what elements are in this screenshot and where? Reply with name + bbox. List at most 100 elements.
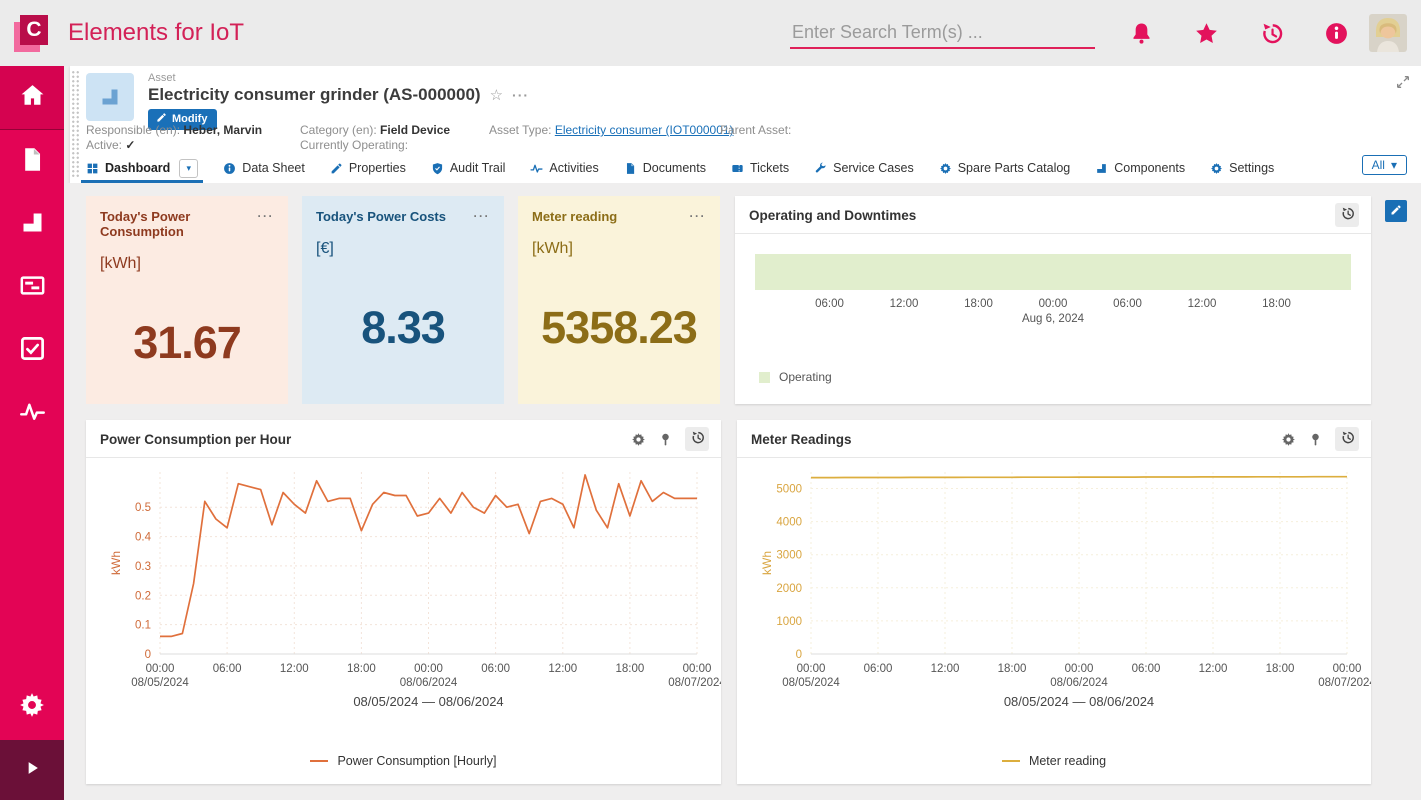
tab-label: Audit Trail bbox=[450, 161, 506, 175]
tab-filter-dropdown[interactable]: All▾ bbox=[1362, 155, 1407, 175]
kpi-title: Today's Power Consumption bbox=[100, 209, 258, 239]
kpi-unit: [€] bbox=[316, 240, 490, 258]
svg-text:00:00: 00:00 bbox=[414, 663, 443, 675]
app-logo-icon[interactable]: C bbox=[14, 14, 52, 52]
expand-corner-icon[interactable] bbox=[1395, 74, 1411, 90]
svg-text:kWh: kWh bbox=[760, 551, 774, 575]
tab-service-cases[interactable]: Service Cases bbox=[814, 153, 914, 183]
svg-text:12:00: 12:00 bbox=[1199, 663, 1228, 675]
sidebar-expand-button[interactable] bbox=[0, 740, 64, 800]
app-title: Elements for IoT bbox=[68, 19, 244, 47]
tab-label: Service Cases bbox=[833, 161, 914, 175]
edit-dashboard-button[interactable] bbox=[1385, 200, 1407, 222]
tab-label: Dashboard bbox=[105, 161, 170, 175]
favorites-icon[interactable] bbox=[1194, 21, 1219, 46]
pin-icon[interactable] bbox=[1308, 432, 1323, 447]
title-more-menu[interactable]: ··· bbox=[512, 87, 529, 103]
info-icon[interactable] bbox=[1324, 21, 1349, 46]
line-chart[interactable]: 00.10.20.30.40.500:0008/05/202406:0012:0… bbox=[86, 458, 721, 734]
drag-handle[interactable] bbox=[71, 70, 80, 179]
operating-legend: Operating bbox=[759, 370, 832, 384]
history-icon bbox=[690, 430, 705, 448]
sidebar-nav bbox=[0, 66, 64, 800]
svg-text:0.2: 0.2 bbox=[135, 590, 151, 602]
power-consumption-chart-card: Power Consumption per Hour 00.10.20.30.4… bbox=[86, 420, 721, 784]
gear-icon[interactable] bbox=[631, 432, 646, 447]
field-value: Heber, Marvin bbox=[183, 123, 262, 137]
kpi-title: Today's Power Costs bbox=[316, 209, 446, 224]
axis-tick-label: 00:00 bbox=[1039, 298, 1068, 310]
field-label: Category (en): bbox=[300, 123, 377, 137]
tab-data-sheet[interactable]: Data Sheet bbox=[223, 153, 305, 183]
card-icon bbox=[19, 272, 46, 304]
axis-tick-label: 06:00 bbox=[1113, 298, 1142, 310]
asset-meta-field: Responsible (en): Heber, Marvin bbox=[86, 123, 262, 138]
spare-parts-icon bbox=[939, 162, 952, 175]
tab-documents[interactable]: Documents bbox=[624, 153, 706, 183]
axis-tick-label: 18:00 bbox=[1262, 298, 1291, 310]
sidebar-item-home[interactable] bbox=[0, 66, 64, 130]
legend-swatch bbox=[1002, 760, 1020, 762]
asset-meta-column: Responsible (en): Heber, MarvinActive: ✓ bbox=[86, 123, 262, 153]
pin-icon[interactable] bbox=[658, 432, 673, 447]
field-value: Field Device bbox=[380, 123, 450, 137]
svg-text:08/05/2024 — 08/06/2024: 08/05/2024 — 08/06/2024 bbox=[353, 694, 503, 709]
history-button[interactable] bbox=[1335, 427, 1359, 451]
history-button[interactable] bbox=[685, 427, 709, 451]
svg-text:0.4: 0.4 bbox=[135, 532, 152, 544]
meter-readings-chart-card: Meter Readings 01000200030004000500000:0… bbox=[737, 420, 1371, 784]
component-icon bbox=[19, 209, 46, 241]
axis-tick-sublabel: Aug 6, 2024 bbox=[1022, 313, 1084, 325]
tab-properties[interactable]: Properties bbox=[330, 153, 406, 183]
history-icon[interactable] bbox=[1259, 21, 1284, 46]
tab-activities[interactable]: Activities bbox=[530, 153, 598, 183]
svg-text:12:00: 12:00 bbox=[548, 663, 577, 675]
field-label: Currently Operating: bbox=[300, 138, 408, 152]
search-input[interactable] bbox=[790, 18, 1095, 49]
tab-spare-parts-catalog[interactable]: Spare Parts Catalog bbox=[939, 153, 1071, 183]
axis-tick-label: 18:00 bbox=[964, 298, 993, 310]
svg-text:08/06/2024: 08/06/2024 bbox=[400, 677, 458, 689]
gear-icon bbox=[18, 691, 46, 724]
asset-meta-column: Asset Type: Electricity consumer (IOT000… bbox=[489, 123, 734, 138]
notifications-icon[interactable] bbox=[1129, 21, 1154, 46]
asset-meta-field: Currently Operating: bbox=[300, 138, 450, 153]
kpi-menu-button[interactable]: ··· bbox=[474, 209, 491, 223]
tab-settings[interactable]: Settings bbox=[1210, 153, 1274, 183]
asset-meta-field: Asset Type: Electricity consumer (IOT000… bbox=[489, 123, 734, 138]
kpi-menu-button[interactable]: ··· bbox=[258, 209, 275, 223]
sidebar-item-cards[interactable] bbox=[0, 256, 64, 319]
sidebar-item-settings[interactable] bbox=[0, 674, 64, 740]
kpi-card: Meter reading···[kWh]5358.23 bbox=[518, 196, 720, 404]
field-label: Parent Asset: bbox=[720, 123, 791, 137]
svg-text:00:00: 00:00 bbox=[146, 663, 175, 675]
axis-tick-label: 12:00 bbox=[1188, 298, 1217, 310]
field-value[interactable]: Electricity consumer (IOT000001) bbox=[555, 123, 734, 137]
sidebar-item-monitoring[interactable] bbox=[0, 382, 64, 445]
tab-dashboard[interactable]: Dashboard ▾ bbox=[86, 153, 198, 183]
gear-icon[interactable] bbox=[1281, 432, 1296, 447]
sidebar-item-documents[interactable] bbox=[0, 130, 64, 193]
tab-caret-button[interactable]: ▾ bbox=[179, 159, 198, 178]
sidebar-item-tasks[interactable] bbox=[0, 319, 64, 382]
dashboard-area: Today's Power Consumption···[kWh]31.67To… bbox=[64, 183, 1421, 800]
kpi-card: Today's Power Consumption···[kWh]31.67 bbox=[86, 196, 288, 404]
tab-audit-trail[interactable]: Audit Trail bbox=[431, 153, 506, 183]
page-title: Electricity consumer grinder (AS-000000) bbox=[148, 85, 481, 105]
history-button[interactable] bbox=[1335, 203, 1359, 227]
svg-text:00:00: 00:00 bbox=[1065, 663, 1094, 675]
user-avatar[interactable] bbox=[1369, 14, 1407, 52]
kpi-menu-button[interactable]: ··· bbox=[690, 209, 707, 223]
asset-kind-label: Asset bbox=[148, 72, 176, 84]
favorite-star-icon[interactable]: ☆ bbox=[490, 86, 503, 104]
svg-text:1000: 1000 bbox=[776, 616, 802, 628]
tab-tickets[interactable]: Tickets bbox=[731, 153, 789, 183]
line-chart[interactable]: 01000200030004000500000:0008/05/202406:0… bbox=[737, 458, 1371, 734]
tab-components[interactable]: Components bbox=[1095, 153, 1185, 183]
operating-timeline-band[interactable] bbox=[755, 254, 1351, 290]
kpi-value: 31.67 bbox=[100, 317, 274, 369]
legend-label: Meter reading bbox=[1029, 754, 1106, 768]
dashboard-icon bbox=[86, 162, 99, 175]
sidebar-item-components[interactable] bbox=[0, 193, 64, 256]
svg-text:06:00: 06:00 bbox=[481, 663, 510, 675]
